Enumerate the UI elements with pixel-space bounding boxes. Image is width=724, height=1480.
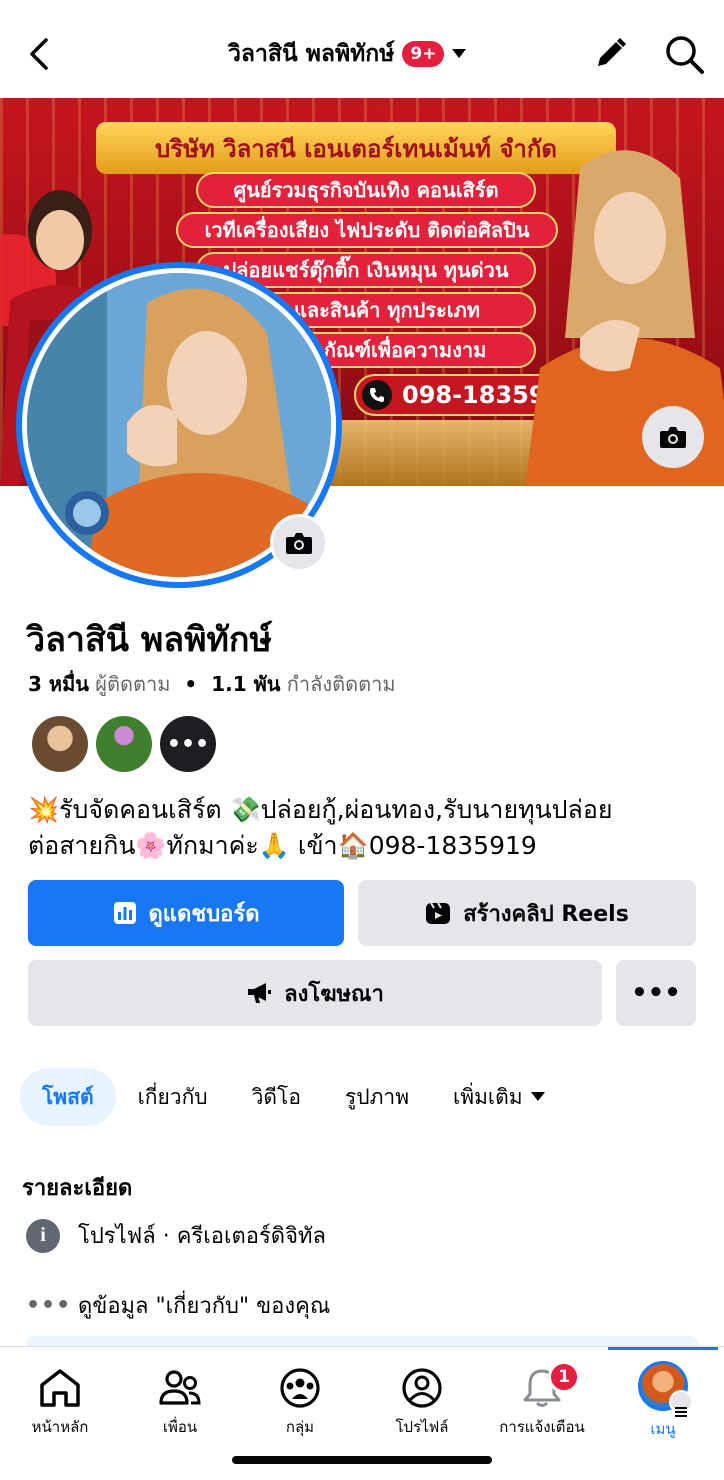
home-icon	[40, 1369, 80, 1407]
nav-label: กลุ่ม	[285, 1418, 315, 1436]
cover-company-name: บริษัท วิลาสนี เอนเตอร์เทนเม้นท์ จำกัด	[155, 134, 557, 163]
create-reels-label: สร้างคลิป Reels	[463, 901, 629, 927]
nav-label: เมนู	[650, 1420, 676, 1438]
home-indicator[interactable]	[232, 1456, 492, 1464]
followers-count: 3 หมื่น	[28, 672, 89, 696]
tab-videos[interactable]: วิดีโอ	[230, 1068, 323, 1126]
tab-label: วิดีโอ	[251, 1084, 301, 1109]
bio-line: 💥รับจัดคอนเสิร์ต 💸ปล่อยกู้,ผ่อนทอง,รับนา…	[28, 795, 613, 824]
nav-label: เพื่อน	[162, 1418, 198, 1436]
tab-posts[interactable]: โพสต์	[20, 1068, 116, 1126]
tab-label: เพิ่มเติม	[453, 1084, 523, 1109]
nav-label: การแจ้งเตือน	[499, 1418, 585, 1436]
edit-profile-picture-camera-icon[interactable]	[270, 514, 328, 572]
following-label: กำลังติดตาม	[286, 672, 396, 696]
more-followers-button[interactable]: •••	[160, 716, 216, 772]
following-link[interactable]: 1.1 พัน กำลังติดตาม	[211, 668, 395, 700]
header-title: วิลาสินี พลพิทักษ์	[228, 41, 395, 67]
nav-friends[interactable]: เพื่อน	[120, 1347, 240, 1447]
followers-label: ผู้ติดตาม	[95, 672, 171, 696]
profile-category: โปรไฟล์ · ครีเอเตอร์ดิจิทัล	[78, 1224, 326, 1249]
dashboard-button-label: ดูแดชบอร์ด	[148, 901, 260, 927]
reels-icon	[426, 902, 451, 924]
following-count: 1.1 พัน	[211, 672, 281, 696]
back-icon[interactable]	[22, 34, 58, 74]
search-icon[interactable]	[662, 32, 706, 76]
profile-icon	[402, 1368, 442, 1408]
dashboard-chart-icon	[113, 902, 136, 924]
nav-label: หน้าหลัก	[31, 1418, 89, 1436]
advertise-label: ลงโฆษณา	[284, 981, 384, 1007]
tab-more[interactable]: เพิ่มเติม	[431, 1068, 567, 1126]
tab-label: เกี่ยวกับ	[137, 1084, 208, 1109]
tab-photos[interactable]: รูปภาพ	[323, 1068, 431, 1126]
advertise-button[interactable]: ลงโฆษณา	[28, 960, 602, 1026]
nav-home[interactable]: หน้าหลัก	[0, 1347, 120, 1447]
tab-label: รูปภาพ	[344, 1084, 410, 1109]
details-heading: รายละเอียด	[22, 1176, 133, 1201]
top-app-bar: วิลาสินี พลพิทักษ์ 9+	[0, 0, 724, 98]
nav-label: โปรไฟล์	[395, 1418, 449, 1436]
dashboard-button[interactable]: ดูแดชบอร์ด	[28, 880, 344, 946]
friends-icon	[159, 1370, 201, 1405]
profile-bio: 💥รับจัดคอนเสิร์ต 💸ปล่อยกู้,ผ่อนทอง,รับนา…	[28, 792, 708, 864]
edit-pencil-icon[interactable]	[590, 34, 630, 74]
create-reels-button[interactable]: สร้างคลิป Reels	[358, 880, 696, 946]
phone-icon	[362, 380, 392, 410]
tab-label: โพสต์	[42, 1084, 94, 1109]
profile-category-row: i โปรไฟล์ · ครีเอเตอร์ดิจิทัล	[26, 1218, 326, 1253]
stats-separator: •	[184, 672, 198, 696]
info-icon: i	[26, 1218, 60, 1253]
menu-avatar	[638, 1361, 693, 1417]
notification-count-badge: 1	[548, 1361, 580, 1393]
cover-text-line: ศูนย์รวมธุรกิจบันเทิง คอนเสิร์ต	[196, 172, 536, 208]
follow-stats: 3 หมื่น ผู้ติดตาม • 1.1 พัน กำลังติดตาม	[28, 668, 396, 700]
followers-link[interactable]: 3 หมื่น ผู้ติดตาม	[28, 668, 170, 700]
follower-avatar[interactable]	[32, 716, 88, 772]
nav-menu[interactable]: เมนู	[603, 1347, 723, 1447]
edit-cover-camera-icon[interactable]	[642, 406, 704, 468]
follower-avatar[interactable]	[96, 716, 152, 772]
groups-icon	[280, 1368, 320, 1408]
ellipsis-icon: •••	[26, 1293, 72, 1318]
caret-down-icon	[452, 49, 467, 58]
nav-profile[interactable]: โปรไฟล์	[362, 1347, 482, 1447]
caret-down-icon	[530, 1092, 545, 1101]
more-options-button[interactable]: •••	[616, 960, 696, 1026]
header-notification-badge: 9+	[402, 41, 445, 67]
profile-switcher[interactable]: วิลาสินี พลพิทักษ์ 9+	[228, 36, 467, 72]
tab-about[interactable]: เกี่ยวกับ	[116, 1068, 230, 1126]
profile-tabs: โพสต์ เกี่ยวกับ วิดีโอ รูปภาพ เพิ่มเติม	[20, 1068, 567, 1126]
see-about-row[interactable]: ••• ดูข้อมูล "เกี่ยวกับ" ของคุณ	[26, 1288, 330, 1323]
more-dots-icon: •••	[631, 978, 681, 1008]
see-about-link: ดูข้อมูล "เกี่ยวกับ" ของคุณ	[78, 1294, 331, 1319]
bio-line: ต่อสายกิน🌸ทักมาค่ะ🙏 เข้า🏠098-1835919	[28, 831, 537, 860]
follower-avatars: •••	[32, 716, 216, 772]
nav-groups[interactable]: กลุ่ม	[240, 1347, 360, 1447]
cover-text-line: เวทีเครื่องเสียง ไฟประดับ ติดต่อศิลปิน	[176, 212, 558, 248]
menu-lines-icon	[669, 1390, 693, 1417]
megaphone-icon	[248, 983, 272, 1003]
profile-name: วิลาสินี พลพิทักษ์	[26, 620, 272, 660]
nav-notifications[interactable]: 1 การแจ้งเตือน	[482, 1347, 602, 1447]
